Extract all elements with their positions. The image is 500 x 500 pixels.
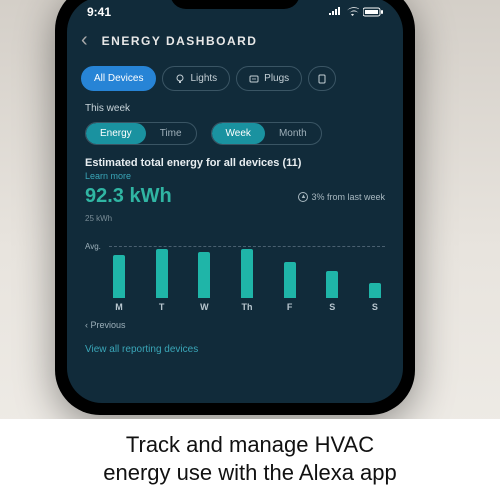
page-title: ENERGY DASHBOARD [102, 34, 258, 48]
chart-ylabel: 25 kWh [85, 214, 112, 223]
signal-icon [328, 7, 342, 17]
delta-badge: ▲ 3% from last week [298, 192, 385, 202]
page-header: ‹ ENERGY DASHBOARD [67, 23, 403, 58]
chart-bars [113, 222, 381, 298]
chart-bar [284, 262, 296, 298]
view-all-link[interactable]: View all reporting devices [85, 344, 385, 355]
device-icon [317, 74, 327, 84]
back-button[interactable]: ‹ [81, 29, 88, 52]
wifi-icon [346, 7, 359, 17]
previous-link[interactable]: ‹ Previous [85, 320, 385, 330]
plug-icon [249, 74, 259, 84]
phone-notch [170, 0, 300, 9]
chart-xtick: M [113, 302, 125, 312]
tab-plugs[interactable]: Plugs [236, 66, 302, 91]
battery-icon [363, 7, 383, 17]
phone-screen: 9:41 ‹ ENERGY DASHBOARD All Devices Ligh… [67, 0, 403, 403]
status-icons [328, 7, 383, 17]
estimate-title: Estimated total energy for all devices (… [85, 157, 385, 169]
energy-section: This week Energy Time Week Month Estimat… [67, 99, 403, 359]
phone-frame: 9:41 ‹ ENERGY DASHBOARD All Devices Ligh… [55, 0, 415, 415]
tab-label: All Devices [94, 73, 143, 84]
tab-all-devices[interactable]: All Devices [81, 66, 156, 91]
chart-bar [113, 255, 125, 298]
delta-text: 3% from last week [311, 192, 385, 202]
up-arrow-icon: ▲ [298, 192, 308, 202]
toggle-week[interactable]: Week [212, 123, 265, 144]
chart-xtick: T [156, 302, 168, 312]
tab-more[interactable] [308, 66, 336, 91]
caption-line2: energy use with the Alexa app [103, 460, 397, 485]
tab-lights[interactable]: Lights [162, 66, 230, 91]
chart-bar [241, 249, 253, 298]
toggle-month[interactable]: Month [265, 123, 321, 144]
caption-line1: Track and manage HVAC [126, 432, 374, 457]
kwh-value: 92.3 kWh [85, 185, 172, 208]
bulb-icon [175, 74, 185, 84]
this-week-label: This week [85, 103, 385, 114]
chart-xtick: Th [241, 302, 253, 312]
learn-more-link[interactable]: Learn more [85, 171, 385, 181]
tab-label: Lights [190, 73, 217, 84]
chart-xtick: S [369, 302, 381, 312]
chart-xtick: F [284, 302, 296, 312]
chart-avg-label: Avg. [85, 242, 101, 251]
toggle-energy[interactable]: Energy [86, 123, 146, 144]
chart-bar [326, 271, 338, 298]
chart-bar [198, 252, 210, 298]
device-tabs: All Devices Lights Plugs [67, 58, 403, 99]
metric-toggle[interactable]: Energy Time [85, 122, 197, 145]
kwh-row: 92.3 kWh ▲ 3% from last week [85, 185, 385, 208]
period-toggle[interactable]: Week Month [211, 122, 322, 145]
chart-bar [156, 249, 168, 298]
chart-xtick: S [326, 302, 338, 312]
toggle-row: Energy Time Week Month [85, 122, 385, 145]
tab-label: Plugs [264, 73, 289, 84]
chart-bar [369, 283, 381, 298]
toggle-time[interactable]: Time [146, 123, 196, 144]
energy-chart: 25 kWh Avg. M T W Th F S S [85, 214, 385, 312]
chart-xaxis: M T W Th F S S [113, 302, 381, 312]
status-time: 9:41 [87, 5, 111, 19]
chart-xtick: W [198, 302, 210, 312]
marketing-caption: Track and manage HVAC energy use with th… [0, 419, 500, 500]
